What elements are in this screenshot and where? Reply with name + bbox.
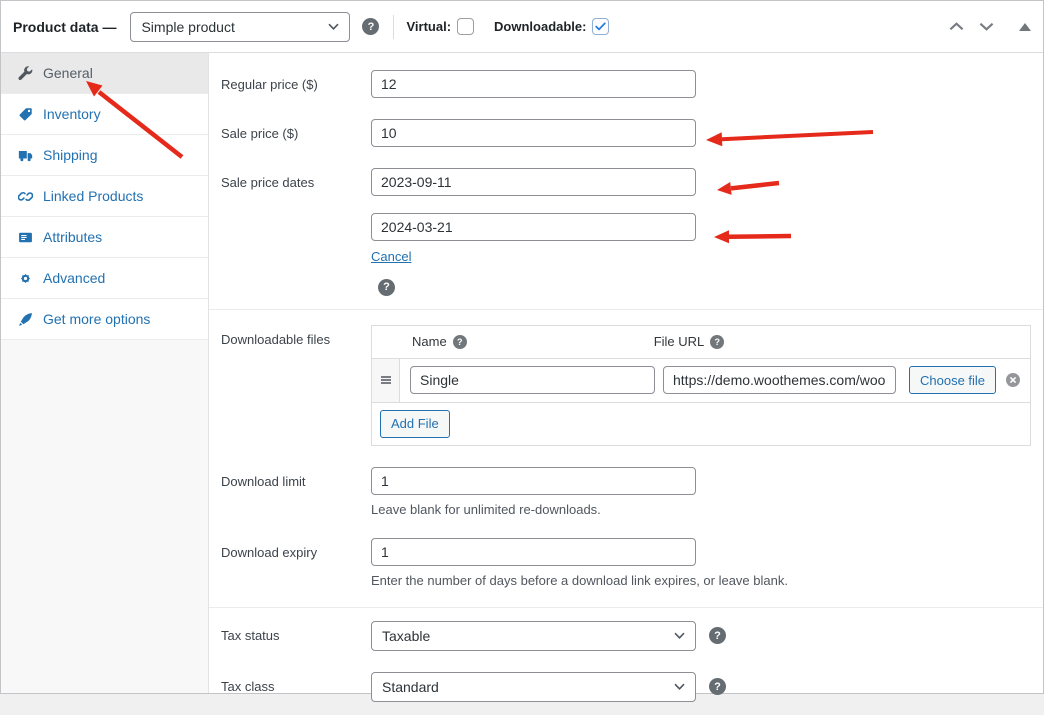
gear-icon	[18, 271, 33, 286]
tax-class-row: Tax class Standard ?	[221, 672, 1031, 702]
download-expiry-input[interactable]	[371, 538, 696, 566]
downloadable-files-label: Downloadable files	[221, 325, 371, 446]
sale-price-label: Sale price ($)	[221, 119, 371, 147]
name-help-icon[interactable]: ?	[453, 335, 467, 349]
download-expiry-helper: Enter the number of days before a downlo…	[371, 573, 1031, 588]
tab-label: General	[43, 65, 93, 81]
tax-class-help-icon[interactable]: ?	[709, 678, 726, 695]
cancel-sale-link[interactable]: Cancel	[371, 249, 411, 264]
sale-price-dates-row: Sale price dates Cancel ?	[221, 168, 1031, 296]
tab-label: Shipping	[43, 147, 98, 163]
regular-price-input[interactable]	[371, 70, 696, 98]
file-name-input[interactable]	[410, 366, 655, 394]
tab-attributes[interactable]: Attributes	[1, 217, 208, 258]
chevron-down-icon	[674, 632, 685, 639]
tag-icon	[18, 107, 33, 122]
remove-file-icon[interactable]	[1005, 372, 1021, 388]
sale-price-row: Sale price ($)	[221, 119, 1031, 147]
wrench-icon	[18, 66, 33, 81]
sale-date-to-input[interactable]	[371, 213, 696, 241]
tax-status-help-icon[interactable]: ?	[709, 627, 726, 644]
add-file-button[interactable]: Add File	[380, 410, 450, 438]
tax-status-value: Taxable	[382, 628, 430, 644]
virtual-label: Virtual:	[406, 19, 451, 34]
file-url-help-icon[interactable]: ?	[710, 335, 724, 349]
section-pricing: Regular price ($) Sale price ($) Sale pr…	[209, 53, 1043, 309]
product-type-help-icon[interactable]: ?	[362, 18, 379, 35]
panel-title: Product data —	[13, 19, 116, 35]
product-data-panel: Product data — Simple product ? Virtual:…	[0, 0, 1044, 694]
downloadable-files-row: Downloadable files Name ? File URL	[221, 325, 1031, 446]
page: Product data — Simple product ? Virtual:…	[0, 0, 1044, 703]
chevron-down-icon	[674, 683, 685, 690]
drag-handle[interactable]	[372, 359, 400, 402]
downloadable-label: Downloadable:	[494, 19, 586, 34]
header-actions	[947, 20, 1031, 33]
download-expiry-label: Download expiry	[221, 538, 371, 588]
regular-price-row: Regular price ($)	[221, 70, 1031, 98]
truck-icon	[18, 148, 33, 163]
link-icon	[18, 189, 33, 204]
virtual-checkbox[interactable]	[457, 18, 474, 35]
divider	[393, 15, 394, 39]
tab-get-more-options[interactable]: Get more options	[1, 299, 208, 340]
regular-price-label: Regular price ($)	[221, 70, 371, 98]
tax-status-label: Tax status	[221, 621, 371, 651]
sale-date-from-input[interactable]	[371, 168, 696, 196]
tab-shipping[interactable]: Shipping	[1, 135, 208, 176]
downloadable-file-row: Choose file	[372, 359, 1030, 402]
panel-header: Product data — Simple product ? Virtual:…	[1, 1, 1043, 53]
check-icon	[595, 22, 606, 31]
download-limit-input[interactable]	[371, 467, 696, 495]
tax-status-select[interactable]: Taxable	[371, 621, 696, 651]
product-data-tabs: General Inventory Shipping	[1, 53, 209, 693]
choose-file-button[interactable]: Choose file	[909, 366, 996, 394]
download-limit-helper: Leave blank for unlimited re-downloads.	[371, 502, 1031, 517]
section-tax: Tax status Taxable ? Tax class	[209, 607, 1043, 715]
drag-handle-icon	[379, 373, 393, 387]
pen-icon	[18, 312, 33, 327]
product-type-value: Simple product	[141, 19, 234, 35]
tab-general[interactable]: General	[1, 53, 208, 94]
move-down-icon[interactable]	[977, 20, 996, 33]
download-limit-row: Download limit Leave blank for unlimited…	[221, 467, 1031, 517]
tab-linked-products[interactable]: Linked Products	[1, 176, 208, 217]
tab-label: Attributes	[43, 229, 102, 245]
sale-price-dates-label: Sale price dates	[221, 168, 371, 296]
tax-status-row: Tax status Taxable ?	[221, 621, 1031, 651]
file-url-input[interactable]	[663, 366, 896, 394]
tab-label: Linked Products	[43, 188, 143, 204]
tax-class-label: Tax class	[221, 672, 371, 702]
file-url-column-header: File URL	[654, 334, 705, 349]
downloadable-files-table: Name ? File URL ?	[371, 325, 1031, 446]
tax-class-select[interactable]: Standard	[371, 672, 696, 702]
sale-dates-help-icon[interactable]: ?	[378, 279, 395, 296]
card-icon	[18, 230, 33, 245]
tab-label: Inventory	[43, 106, 101, 122]
sale-price-input[interactable]	[371, 119, 696, 147]
tab-label: Advanced	[43, 270, 105, 286]
downloadable-checkbox[interactable]	[592, 18, 609, 35]
tab-label: Get more options	[43, 311, 150, 327]
move-up-icon[interactable]	[947, 20, 966, 33]
section-downloads: Downloadable files Name ? File URL	[209, 309, 1043, 607]
tab-advanced[interactable]: Advanced	[1, 258, 208, 299]
chevron-down-icon	[328, 23, 339, 30]
downloadable-files-footer: Add File	[372, 402, 1030, 445]
product-type-select[interactable]: Simple product	[130, 12, 350, 42]
download-limit-label: Download limit	[221, 467, 371, 517]
download-expiry-row: Download expiry Enter the number of days…	[221, 538, 1031, 588]
downloadable-files-header: Name ? File URL ?	[372, 326, 1030, 359]
tab-panel-general: Regular price ($) Sale price ($) Sale pr…	[209, 53, 1043, 693]
tax-class-value: Standard	[382, 679, 439, 695]
toggle-panel-icon[interactable]	[1019, 23, 1031, 31]
name-column-header: Name	[412, 334, 447, 349]
panel-body: General Inventory Shipping	[1, 53, 1043, 693]
tab-inventory[interactable]: Inventory	[1, 94, 208, 135]
